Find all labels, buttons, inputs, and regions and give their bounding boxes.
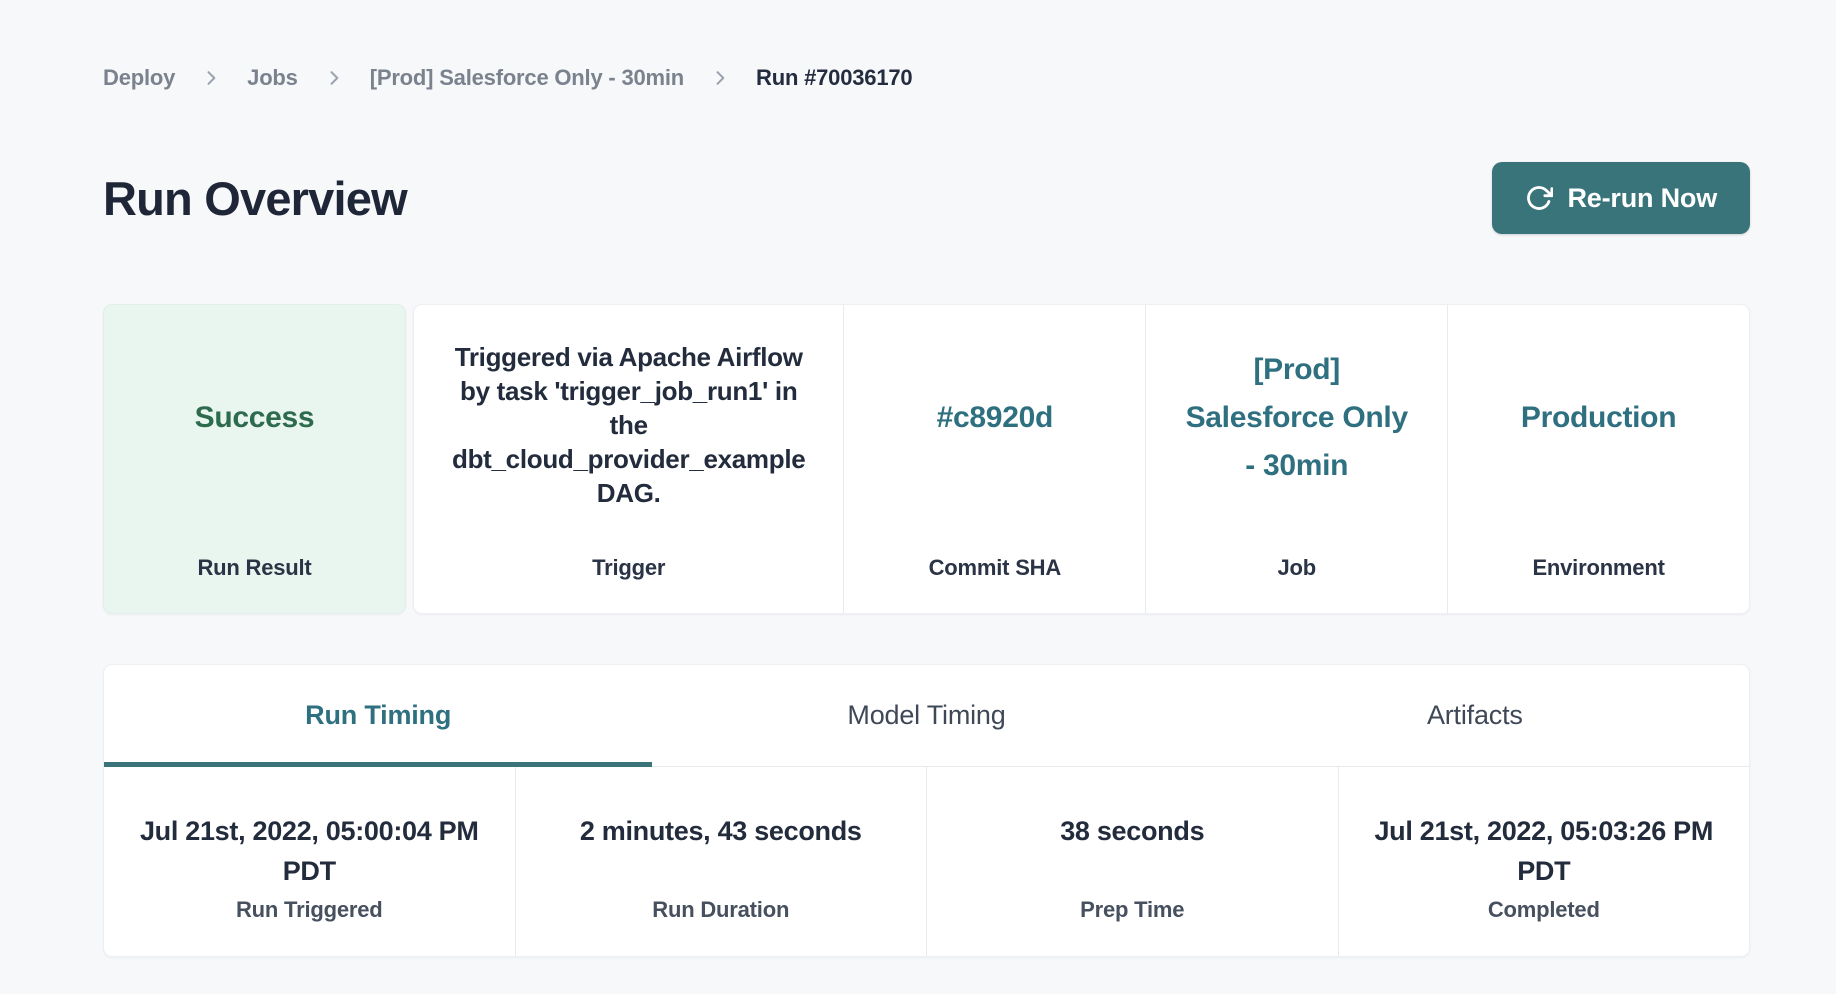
run-triggered-cell: Jul 21st, 2022, 05:00:04 PM PDT Run Trig…	[104, 767, 515, 956]
run-result-card: Success Run Result	[103, 304, 406, 614]
breadcrumb-item-job-name[interactable]: [Prod] Salesforce Only - 30min	[370, 65, 684, 91]
completed-label: Completed	[1488, 897, 1600, 923]
run-summary-row: Success Run Result Triggered via Apache …	[103, 304, 1750, 614]
prep-time-value: 38 seconds	[1060, 811, 1204, 897]
job-link[interactable]: [Prod] Salesforce Only - 30min	[1146, 305, 1447, 555]
rerun-now-button[interactable]: Re-run Now	[1492, 162, 1751, 234]
breadcrumb: Deploy Jobs [Prod] Salesforce Only - 30m…	[103, 64, 1750, 92]
environment-cell: Production Environment	[1447, 305, 1749, 613]
breadcrumb-item-deploy[interactable]: Deploy	[103, 65, 175, 91]
run-duration-cell: 2 minutes, 43 seconds Run Duration	[515, 767, 927, 956]
chevron-right-icon	[324, 68, 344, 88]
environment-link[interactable]: Production	[1448, 305, 1749, 555]
run-overview-page: Deploy Jobs [Prod] Salesforce Only - 30m…	[0, 0, 1836, 957]
commit-sha-label: Commit SHA	[844, 555, 1145, 613]
environment-label: Environment	[1448, 555, 1749, 613]
chevron-right-icon	[201, 68, 221, 88]
run-result-label: Run Result	[104, 555, 405, 613]
chevron-right-icon	[710, 68, 730, 88]
job-label: Job	[1146, 555, 1447, 613]
header-row: Run Overview Re-run Now	[103, 162, 1750, 234]
refresh-icon	[1525, 184, 1553, 212]
tab-run-timing[interactable]: Run Timing	[104, 665, 652, 766]
run-triggered-label: Run Triggered	[236, 897, 383, 923]
trigger-label: Trigger	[414, 555, 843, 613]
run-timing-panel: Jul 21st, 2022, 05:00:04 PM PDT Run Trig…	[104, 767, 1749, 956]
commit-sha-cell: #c8920d Commit SHA	[843, 305, 1145, 613]
job-cell: [Prod] Salesforce Only - 30min Job	[1145, 305, 1447, 613]
breadcrumb-item-jobs[interactable]: Jobs	[247, 65, 298, 91]
run-duration-label: Run Duration	[652, 897, 789, 923]
trigger-cell: Triggered via Apache Airflow by task 'tr…	[414, 305, 843, 613]
rerun-now-label: Re-run Now	[1568, 183, 1718, 214]
run-triggered-value: Jul 21st, 2022, 05:00:04 PM PDT	[140, 811, 479, 897]
page-title: Run Overview	[103, 171, 407, 226]
tab-artifacts[interactable]: Artifacts	[1201, 665, 1749, 766]
prep-time-label: Prep Time	[1080, 897, 1184, 923]
trigger-value: Triggered via Apache Airflow by task 'tr…	[414, 305, 843, 555]
tab-bar: Run Timing Model Timing Artifacts	[104, 665, 1749, 767]
commit-sha-link[interactable]: #c8920d	[844, 305, 1145, 555]
prep-time-cell: 38 seconds Prep Time	[926, 767, 1338, 956]
tab-model-timing[interactable]: Model Timing	[652, 665, 1200, 766]
breadcrumb-item-run-number: Run #70036170	[756, 65, 912, 91]
run-detail-card: Run Timing Model Timing Artifacts Jul 21…	[103, 664, 1750, 957]
completed-cell: Jul 21st, 2022, 05:03:26 PM PDT Complete…	[1338, 767, 1750, 956]
run-result-value: Success	[104, 305, 405, 555]
run-duration-value: 2 minutes, 43 seconds	[580, 811, 862, 897]
completed-value: Jul 21st, 2022, 05:03:26 PM PDT	[1374, 811, 1713, 897]
run-summary-card: Triggered via Apache Airflow by task 'tr…	[413, 304, 1750, 614]
